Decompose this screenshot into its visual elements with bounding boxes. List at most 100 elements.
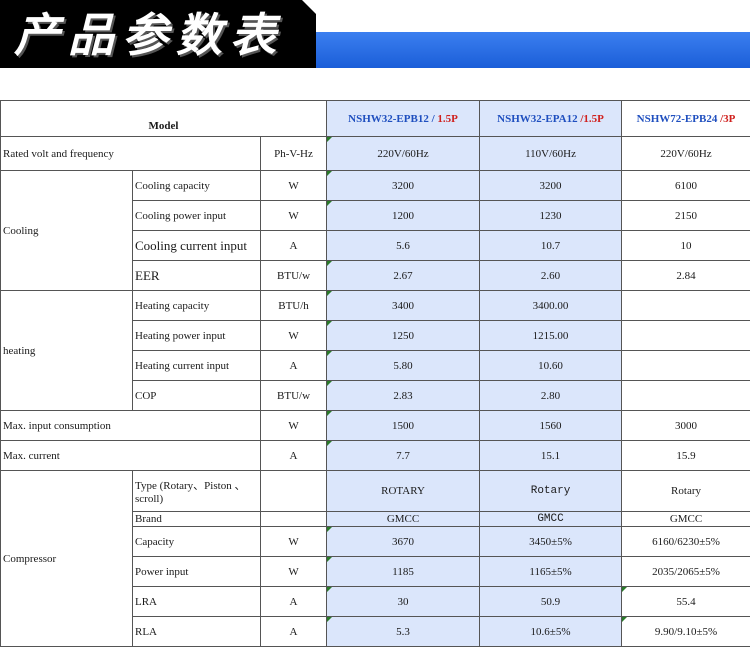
table-row: heating Heating capacity BTU/h 3400 3400… — [0, 290, 750, 411]
cell-value: 10 — [621, 230, 750, 261]
cell-value: 1250 — [326, 320, 481, 351]
table-row: Cooling Cooling capacity W 3200 3200 610… — [0, 170, 750, 291]
table-header-row: Model NSHW32-EPB12 / 1.5P NSHW32-EPA12 /… — [0, 100, 750, 137]
cell-value: Rotary — [479, 470, 623, 512]
row-unit: BTU/h — [259, 290, 328, 321]
cell-value: 3450±5% — [479, 526, 623, 557]
header-model-2: NSHW32-EPA12 /1.5P — [479, 100, 623, 137]
group-label-heating: heating — [0, 290, 133, 411]
cell-value: 1165±5% — [479, 556, 623, 587]
cell-value: GMCC — [621, 511, 750, 527]
cell-value: 220V/60Hz — [621, 136, 750, 171]
row-unit: A — [259, 586, 328, 617]
cell-value: 6160/6230±5% — [621, 526, 750, 557]
row-label: Max. input consumption — [0, 410, 261, 441]
cell-value: 2.67 — [326, 260, 481, 291]
cell-value: 7.7 — [326, 440, 481, 471]
cell-value: 2.80 — [479, 380, 623, 411]
cell-value: 3200 — [326, 170, 481, 201]
row-label: COP — [132, 380, 261, 411]
cell-value — [621, 290, 750, 321]
row-unit: W — [259, 200, 328, 231]
cell-value: 3400 — [326, 290, 481, 321]
cell-value — [621, 350, 750, 381]
cell-value: 10.60 — [479, 350, 623, 381]
cell-value: 10.7 — [479, 230, 623, 261]
cell-value: 2.60 — [479, 260, 623, 291]
cell-value: 30 — [326, 586, 481, 617]
header-model-3: NSHW72-EPB24 /3P — [621, 100, 750, 137]
cell-value: 3400.00 — [479, 290, 623, 321]
table-row: Rated volt and frequency Ph-V-Hz 220V/60… — [0, 136, 750, 171]
row-label: Type (Rotary、Piston 、 scroll) — [132, 470, 261, 512]
cell-value: 5.80 — [326, 350, 481, 381]
cell-value: 9.90/9.10±5% — [621, 616, 750, 647]
banner-title-box: 产品参数表 — [0, 0, 316, 68]
banner: 产品参数表 — [0, 0, 750, 75]
page-title: 产品参数表 — [14, 8, 284, 62]
cell-value: 6100 — [621, 170, 750, 201]
cell-value: GMCC — [326, 511, 481, 527]
row-label: Heating current input — [132, 350, 261, 381]
cell-value: 50.9 — [479, 586, 623, 617]
cell-value: 10.6±5% — [479, 616, 623, 647]
cell-value: 1560 — [479, 410, 623, 441]
row-unit: A — [259, 440, 328, 471]
row-label: Capacity — [132, 526, 261, 557]
cell-value: ROTARY — [326, 470, 481, 512]
row-unit: A — [259, 350, 328, 381]
cell-value — [621, 320, 750, 351]
row-label: Brand — [132, 511, 261, 527]
cell-value: 2.84 — [621, 260, 750, 291]
row-label: Cooling power input — [132, 200, 261, 231]
table-row: Max. input consumption W 1500 1560 3000 — [0, 410, 750, 441]
row-label: Cooling capacity — [132, 170, 261, 201]
row-label: Max. current — [0, 440, 261, 471]
row-label: Power input — [132, 556, 261, 587]
row-unit: BTU/w — [259, 260, 328, 291]
row-label: Heating capacity — [132, 290, 261, 321]
row-unit: A — [259, 616, 328, 647]
cell-value: 3200 — [479, 170, 623, 201]
row-unit: W — [259, 170, 328, 201]
header-model: Model — [0, 100, 328, 137]
spec-table: Model NSHW32-EPB12 / 1.5P NSHW32-EPA12 /… — [0, 100, 750, 647]
cell-value: 2150 — [621, 200, 750, 231]
row-label: EER — [132, 260, 261, 291]
cell-value: 1185 — [326, 556, 481, 587]
table-row: Max. current A 7.7 15.1 15.9 — [0, 440, 750, 471]
cell-value: 55.4 — [621, 586, 750, 617]
cell-value: 3670 — [326, 526, 481, 557]
cell-value: 15.1 — [479, 440, 623, 471]
row-label: LRA — [132, 586, 261, 617]
cell-value: 220V/60Hz — [326, 136, 481, 171]
row-label: Rated volt and frequency — [0, 136, 261, 171]
cell-value: 1215.00 — [479, 320, 623, 351]
cell-value: 1230 — [479, 200, 623, 231]
header-model-1: NSHW32-EPB12 / 1.5P — [326, 100, 481, 137]
row-unit — [259, 470, 328, 512]
cell-value: 2.83 — [326, 380, 481, 411]
cell-value: 1200 — [326, 200, 481, 231]
cell-value: 5.3 — [326, 616, 481, 647]
row-unit: W — [259, 526, 328, 557]
row-unit: BTU/w — [259, 380, 328, 411]
row-label: Heating power input — [132, 320, 261, 351]
row-unit — [259, 511, 328, 527]
table-row: Compressor Type (Rotary、Piston 、 scroll)… — [0, 470, 750, 647]
cell-value: 5.6 — [326, 230, 481, 261]
row-unit: A — [259, 230, 328, 261]
cell-value: Rotary — [621, 470, 750, 512]
cell-value: 1500 — [326, 410, 481, 441]
row-label: RLA — [132, 616, 261, 647]
group-label-cooling: Cooling — [0, 170, 133, 291]
row-label: Cooling current input — [132, 230, 261, 261]
row-unit: W — [259, 410, 328, 441]
cell-value: 15.9 — [621, 440, 750, 471]
row-unit: W — [259, 556, 328, 587]
cell-value: 3000 — [621, 410, 750, 441]
row-unit: Ph-V-Hz — [259, 136, 328, 171]
cell-value: 110V/60Hz — [479, 136, 623, 171]
cell-value — [621, 380, 750, 411]
row-unit: W — [259, 320, 328, 351]
